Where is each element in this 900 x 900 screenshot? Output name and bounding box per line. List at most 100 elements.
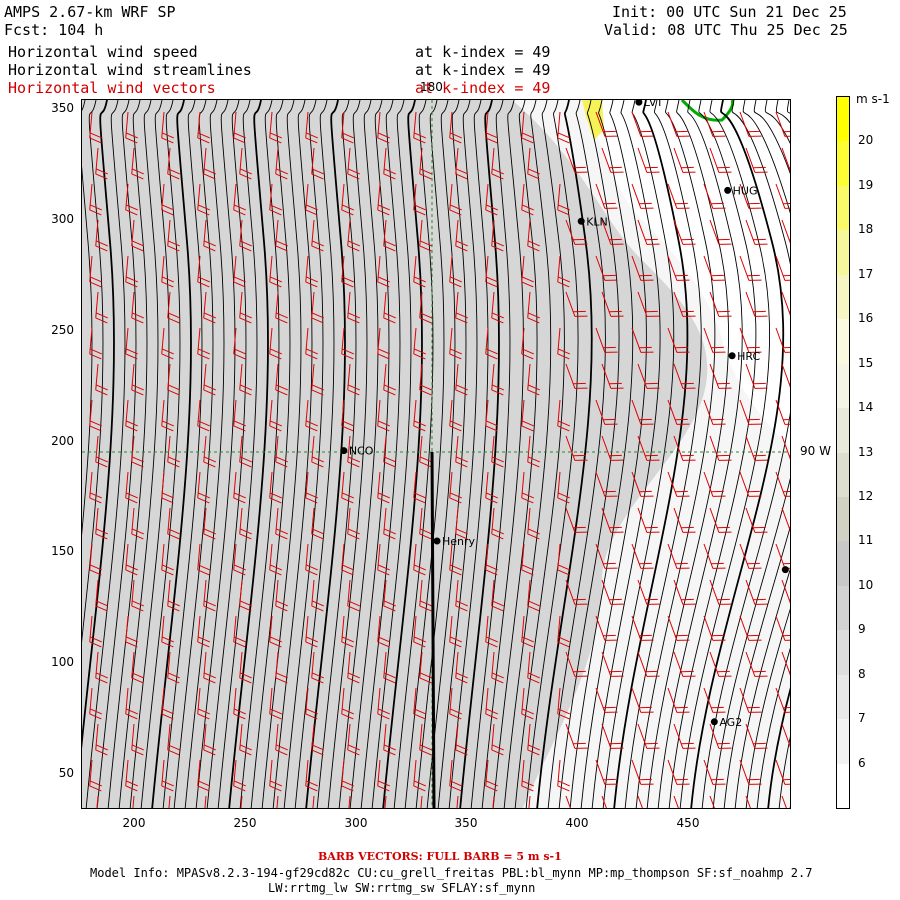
barb-shaft — [275, 795, 279, 808]
barb-flag — [419, 533, 432, 540]
wind-barb — [203, 579, 216, 612]
wind-barb — [347, 795, 351, 808]
barb-flag — [383, 312, 396, 319]
barb-flag — [197, 204, 210, 211]
barb-flag — [573, 382, 586, 385]
y-tick: 250 — [51, 323, 74, 337]
barb-shaft — [311, 795, 315, 808]
barb-shaft — [565, 219, 576, 245]
barb-flag — [455, 312, 468, 319]
barb-flag — [161, 785, 174, 792]
barb-flag — [455, 384, 468, 391]
y-tick: 150 — [51, 544, 74, 558]
barb-flag — [161, 209, 174, 216]
barb-flag — [383, 456, 396, 463]
barb-flag — [125, 425, 138, 432]
x-tick: 400 — [565, 816, 589, 830]
wind-barb — [347, 507, 360, 540]
wind-barb — [233, 255, 246, 288]
barb-flag — [311, 677, 324, 684]
barb-flag — [203, 461, 216, 468]
wind-barb — [377, 687, 390, 720]
barb-flag — [347, 456, 360, 463]
barb-flag — [639, 274, 652, 277]
wind-map: LVT HUG KLN HRC NCO Henry AG2 — [81, 99, 791, 809]
wind-barb — [161, 759, 174, 792]
wind-barb — [125, 471, 138, 504]
barb-flag — [131, 317, 144, 324]
wind-barb — [377, 327, 390, 360]
y-tick: 350 — [51, 101, 74, 115]
barb-flag — [610, 459, 624, 461]
wind-barb — [521, 471, 534, 504]
barb-flag — [413, 708, 426, 715]
barb-flag — [95, 744, 108, 751]
wind-barb — [131, 579, 144, 612]
wind-barb — [305, 399, 318, 432]
barb-flag — [95, 749, 108, 756]
wind-barb — [269, 327, 282, 360]
barb-flag — [521, 209, 534, 216]
wind-barb — [239, 435, 252, 468]
barb-flag — [305, 425, 318, 432]
barb-flag — [167, 312, 180, 319]
barb-flag — [233, 780, 246, 787]
station-marker — [724, 186, 732, 194]
wind-barb — [311, 651, 324, 684]
barb-flag — [491, 461, 504, 468]
barb-shaft — [631, 399, 642, 425]
wind-barb — [491, 435, 504, 468]
barb-flag — [377, 641, 390, 648]
barb-flag — [521, 708, 534, 715]
barb-flag — [527, 672, 540, 679]
barb-flag — [413, 569, 426, 576]
wind-barb — [269, 687, 282, 720]
barb-flag — [573, 310, 586, 313]
wind-barb — [637, 291, 660, 317]
wind-barb — [161, 111, 174, 144]
wind-barb — [131, 363, 144, 396]
barb-flag — [527, 312, 540, 319]
barb-flag — [485, 276, 498, 283]
barb-flag — [377, 132, 390, 139]
model-title: AMPS 2.67-km WRF SP — [4, 3, 176, 21]
barb-flag — [275, 528, 288, 535]
wind-barb — [485, 615, 498, 648]
wind-barb — [305, 327, 318, 360]
wind-barb — [485, 687, 498, 720]
barb-flag — [305, 420, 318, 427]
x-tick: 200 — [122, 816, 146, 830]
barb-flag — [609, 382, 622, 385]
barb-flag — [449, 425, 462, 432]
barb-flag — [485, 353, 498, 360]
barb-flag — [275, 672, 288, 679]
barb-flag — [95, 317, 108, 324]
station-marker — [433, 537, 441, 545]
barb-flag — [269, 420, 282, 427]
barb-flag — [275, 384, 288, 391]
wind-barb — [95, 651, 108, 684]
barb-flag — [341, 497, 354, 504]
wind-barb — [197, 687, 210, 720]
barb-flag — [455, 389, 468, 396]
wind-barb — [203, 363, 216, 396]
barb-flag — [455, 173, 468, 180]
barb-flag — [161, 132, 174, 139]
barb-flag — [491, 605, 504, 612]
barb-flag — [377, 564, 390, 571]
barb-flag — [131, 389, 144, 396]
wind-barb — [125, 327, 138, 360]
wind-barb — [557, 183, 570, 216]
barb-flag — [311, 317, 324, 324]
station-label: LVT — [644, 100, 663, 109]
barb-flag — [491, 528, 504, 535]
x-tick: 350 — [454, 816, 478, 830]
barb-flag — [95, 168, 108, 175]
barb-flag — [574, 459, 588, 461]
wind-barb — [275, 291, 288, 324]
colorbar-segment — [837, 230, 849, 275]
barb-flag — [455, 600, 468, 607]
barb-flag — [305, 569, 318, 576]
barb-flag — [574, 315, 588, 317]
barb-flag — [89, 785, 102, 792]
